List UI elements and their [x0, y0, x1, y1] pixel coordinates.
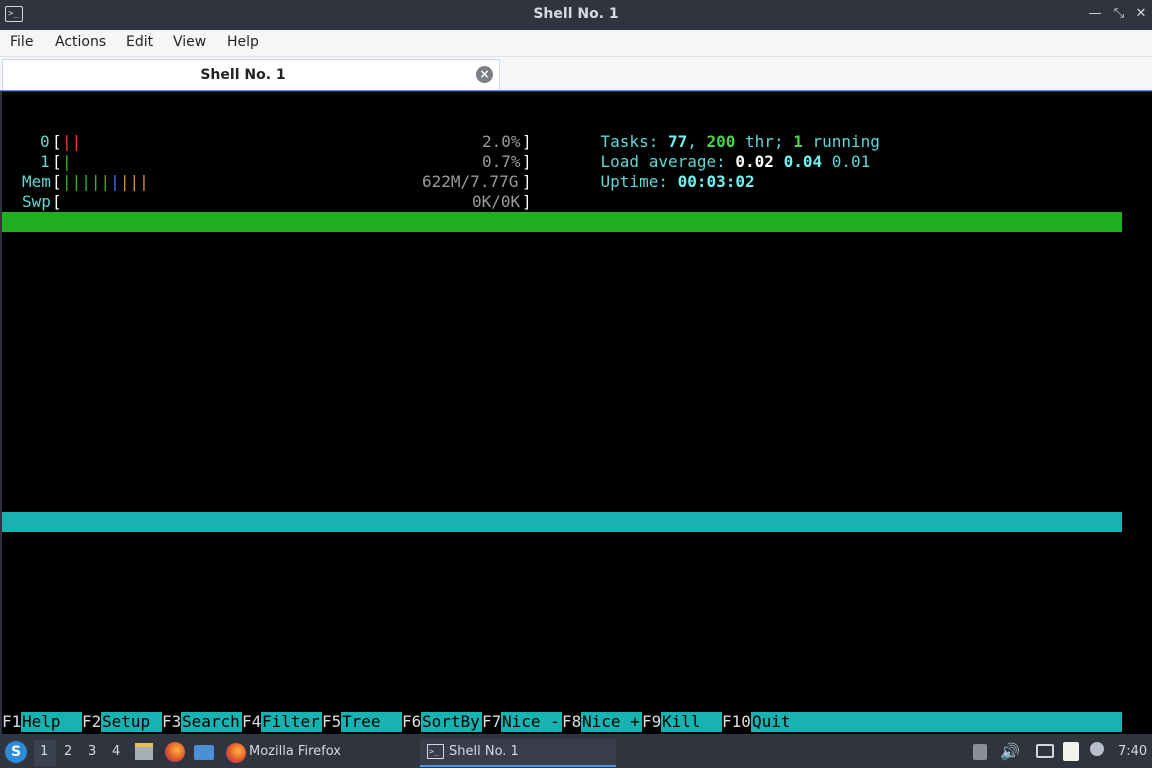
fkey-action: Search [182, 712, 240, 731]
cpu1-label: 1 [40, 152, 50, 171]
clock[interactable]: 7:40 [1118, 744, 1147, 759]
workspace-1[interactable]: 1 [40, 744, 48, 759]
uptime-label: Uptime: [600, 172, 678, 191]
swp-value: 0K/0K [472, 192, 521, 211]
fkey-label: F7 [482, 712, 502, 732]
window-titlebar: >_ Shell No. 1 — ⤡ ✕ [0, 0, 1152, 30]
file-manager-icon[interactable] [135, 743, 153, 760]
terminal-icon: >_ [427, 744, 444, 759]
load-15: 0.01 [831, 152, 871, 171]
swp-label: Swp [22, 192, 51, 211]
clipboard-icon[interactable] [1063, 742, 1079, 761]
fkey-label: F10 [722, 712, 751, 732]
task-firefox-label: Mozilla Firefox [249, 744, 341, 759]
uptime-info: Uptime: 00:03:02 [562, 152, 755, 191]
minimize-button[interactable]: — [1086, 5, 1104, 23]
fkey-label: F3 [162, 712, 182, 732]
task-shell[interactable]: >_ Shell No. 1 [420, 739, 616, 767]
cpu1-meter: 1[| 0.7%] [40, 152, 532, 171]
workspace-2[interactable]: 2 [64, 744, 72, 759]
workspace-4[interactable]: 4 [112, 744, 120, 759]
terminal-view[interactable]: 0[|| 2.0%] 1[| 0.7%] Mem[||||||||| 622M/7.7… [2, 92, 1122, 734]
taskbar: S 1 2 3 4 Mozilla Firefox >_ Shell No. 1… [0, 736, 1152, 768]
mem-meter: Mem[||||||||| 622M/7.77G] [22, 172, 532, 191]
tray-up-icon[interactable] [973, 744, 987, 760]
task-shell-label: Shell No. 1 [449, 744, 519, 759]
task-firefox[interactable]: Mozilla Firefox [222, 739, 412, 767]
fkey-action: Quit [752, 712, 791, 731]
process-header-bar [2, 212, 1122, 232]
fkey-action: Help [22, 712, 80, 731]
firefox-launcher-icon[interactable] [165, 742, 185, 762]
cpu1-value: 0.7% [482, 152, 521, 171]
function-key-bar: F1 Help F2 Setup F3 Search F4 Filter F5 Tree … [2, 712, 1122, 732]
fkey-label: F8 [562, 712, 582, 732]
volume-icon[interactable]: 🔊 [1000, 742, 1020, 761]
fkey-label: F4 [242, 712, 262, 732]
firefox-icon [226, 743, 246, 763]
mem-value: 622M/7.77G [422, 172, 519, 191]
fkey-label: F2 [82, 712, 102, 732]
uptime-value: 00:03:02 [677, 172, 755, 191]
tab-bar: Shell No. 1 × [0, 57, 1152, 91]
menu-bar: File Actions Edit View Help [0, 30, 1152, 57]
swp-meter: Swp[0K/0K] [22, 192, 532, 211]
menu-actions[interactable]: Actions [55, 34, 106, 50]
cpu1-bars: | [62, 152, 72, 171]
selected-process-bar[interactable] [2, 512, 1122, 532]
restore-button[interactable]: ⤡ [1110, 5, 1128, 23]
cpu0-value: 2.0% [482, 132, 521, 151]
fkey-action: Kill [662, 712, 720, 731]
cpu0-bars: || [62, 132, 82, 151]
fkey-label: F5 [322, 712, 342, 732]
menu-view[interactable]: View [173, 34, 206, 50]
fkey-action: Tree [342, 712, 400, 731]
load-5: 0.04 [783, 152, 823, 171]
desktop-icon[interactable] [194, 745, 214, 760]
terminal-scrollbar[interactable] [1122, 92, 1152, 734]
window-title: Shell No. 1 [533, 6, 619, 22]
close-window-button[interactable]: ✕ [1132, 5, 1150, 23]
network-icon[interactable] [1036, 744, 1054, 758]
tasks-info: Tasks: 77, 200 thr; 1 running [562, 112, 880, 151]
fkey-label: F9 [642, 712, 662, 732]
fkey-label: F1 [2, 712, 22, 732]
close-tab-icon[interactable]: × [476, 66, 493, 83]
cpu0-meter: 0[|| 2.0%] [40, 132, 532, 151]
load-average: Load average: 0.02 0.04 0.01 [562, 132, 871, 171]
fkey-label: F6 [402, 712, 422, 732]
fkey-action: Nice - [502, 712, 560, 731]
start-menu-icon[interactable]: S [5, 741, 27, 763]
fkey-action: Nice + [582, 712, 640, 731]
fkey-action: Setup [102, 712, 160, 731]
notification-icon[interactable] [1090, 742, 1104, 756]
tab-shell-1[interactable]: Shell No. 1 × [2, 59, 500, 90]
fkey-action: SortBy [422, 712, 480, 731]
tab-label: Shell No. 1 [200, 67, 286, 83]
workspace-3[interactable]: 3 [88, 744, 96, 759]
cpu0-label: 0 [40, 132, 50, 151]
menu-help[interactable]: Help [227, 34, 259, 50]
fkey-action: Filter [262, 712, 320, 731]
menu-edit[interactable]: Edit [126, 34, 153, 50]
menu-file[interactable]: File [10, 34, 33, 50]
